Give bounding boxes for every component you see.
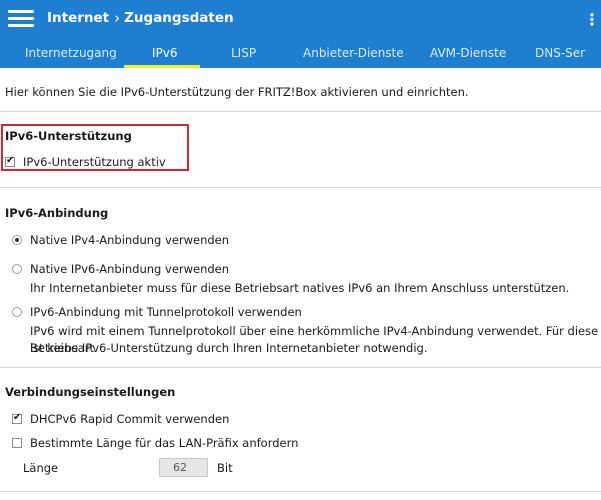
radio-native-ipv6[interactable]: Native IPv6-Anbindung verwenden [12,262,229,276]
divider [0,111,601,112]
radio-label: IPv6-Anbindung mit Tunnelprotokoll verwe… [30,305,302,319]
breadcrumb-separator-icon: › [114,9,121,27]
breadcrumb: Internet › Zugangsdaten [47,9,234,27]
radio-native-ipv4[interactable]: Native IPv4-Anbindung verwenden [12,233,229,247]
breadcrumb-root[interactable]: Internet [47,10,109,26]
lan-prefix-label: Bestimmte Länge für das LAN-Präfix anfor… [30,436,299,450]
radio-unselected-icon[interactable] [12,307,22,317]
active-tab-indicator [124,65,200,68]
tab-bar: Internetzugang IPv6 LISP Anbieter-Dienst… [0,44,601,68]
ipv6-support-checkbox[interactable]: IPv6-Unterstützung aktiv [5,155,166,169]
checkbox-unchecked-icon[interactable] [12,438,22,448]
length-label: Länge [23,461,59,475]
tab-avm-dienste[interactable]: AVM-Dienste [430,46,506,60]
tab-dns-server[interactable]: DNS-Ser [535,46,585,60]
hamburger-menu-icon[interactable] [8,8,36,30]
prefix-length-input[interactable] [159,458,208,477]
radio-description: ist keine IPv6-Unterstützung durch Ihren… [30,341,428,355]
lan-prefix-checkbox[interactable]: Bestimmte Länge für das LAN-Präfix anfor… [12,436,298,450]
radio-description: Ihr Internetanbieter muss für diese Betr… [30,281,570,295]
more-options-icon[interactable]: ⋮ [584,10,600,30]
radio-tunnel[interactable]: IPv6-Anbindung mit Tunnelprotokoll verwe… [12,305,302,319]
divider [0,187,601,188]
tab-ipv6[interactable]: IPv6 [152,46,178,60]
top-bar: Internet › Zugangsdaten ⋮ Internetzugang… [0,0,601,68]
checkbox-checked-icon[interactable] [5,155,15,167]
ipv6-support-label: IPv6-Unterstützung aktiv [23,155,166,169]
section-title-connection-settings: Verbindungseinstellungen [5,385,176,399]
dhcp-rapid-commit-label: DHCPv6 Rapid Commit verwenden [30,412,230,426]
intro-text: Hier können Sie die IPv6-Unterstützung d… [5,85,469,99]
breadcrumb-current: Zugangsdaten [124,10,234,26]
length-unit: Bit [217,461,233,475]
radio-unselected-icon[interactable] [12,264,22,274]
section-title-ipv6-support: IPv6-Unterstützung [5,129,132,143]
divider [0,491,601,492]
tab-lisp[interactable]: LISP [231,46,256,60]
checkbox-checked-icon[interactable] [12,412,22,424]
tab-anbieter-dienste[interactable]: Anbieter-Dienste [303,46,404,60]
dhcp-rapid-commit-checkbox[interactable]: DHCPv6 Rapid Commit verwenden [12,412,229,426]
radio-label: Native IPv4-Anbindung verwenden [30,233,230,247]
radio-selected-icon[interactable] [12,235,22,245]
divider [0,367,601,368]
section-title-ipv6-binding: IPv6-Anbindung [5,206,109,220]
radio-label: Native IPv6-Anbindung verwenden [30,262,230,276]
tab-internetzugang[interactable]: Internetzugang [25,46,117,60]
